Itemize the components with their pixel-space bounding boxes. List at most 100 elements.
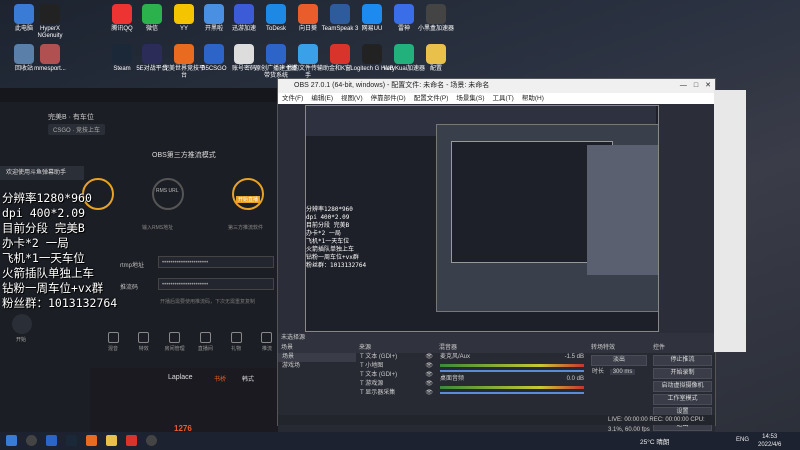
scene-item[interactable]: 场景 [278, 353, 356, 362]
visibility-icon[interactable]: 👁 [425, 389, 433, 398]
clock-time: 14:53 [762, 434, 778, 440]
tool-button-4[interactable]: 礼物 [223, 332, 249, 354]
obs-status-bar: LIVE: 00:00:00 REC: 00:00:00 CPU: 3.1%, … [278, 415, 715, 433]
tool-label: 混音 [107, 346, 118, 352]
desktop-icon-label: 配置 [429, 66, 442, 72]
overlay-line: 粉丝群：1013132764 [2, 296, 118, 310]
desk2-icon-12[interactable]: 配置 [414, 44, 458, 73]
menu-item[interactable]: 停靠部件(D) [371, 95, 406, 102]
kaiheila-icon [204, 4, 224, 24]
mixer-channel: 桌面音频 0.0 dB [436, 375, 588, 394]
tool-button-1[interactable]: 特效 [131, 332, 157, 354]
clock[interactable]: 14:53 2022/4/6 [758, 433, 781, 449]
menu-item[interactable]: 场景集(S) [456, 95, 484, 102]
search-icon[interactable] [26, 435, 37, 446]
category-badge[interactable]: CSGO · 竞技上车 [48, 124, 106, 135]
stream-key-field[interactable]: •••••••••••••••••••••• [158, 278, 274, 290]
window-icon [330, 44, 350, 64]
start-menu-icon[interactable] [6, 435, 17, 446]
teamspeak-icon [330, 4, 350, 24]
stat-label-2: 韩式 [242, 377, 255, 383]
tool-button-0[interactable]: 混音 [100, 332, 126, 354]
obs-title-bar: OBS 27.0.1 (64-bit, windows) - 配置文件: 未命名… [278, 79, 715, 93]
steam-icon [112, 44, 132, 64]
control-button[interactable]: 工作室模式 [653, 394, 712, 405]
start-icon[interactable] [12, 314, 32, 334]
preview-overlay-line: 办卡*2 一局 [306, 230, 341, 237]
desk1-icon-1[interactable]: HyperX NGenuity [28, 4, 72, 40]
obs-menu-bar: 文件(F) 编辑(E) 视图(V) 停靠部件(D) 配置文件(P) 场景集(S) 工具(T)… [278, 93, 715, 104]
edge-icon[interactable] [46, 435, 57, 446]
overlay-line: dpi 400*2.09 [2, 206, 86, 220]
control-button[interactable]: 停止推流 [653, 355, 712, 366]
verykuai-icon [394, 44, 414, 64]
csgo-taskbar-icon[interactable] [126, 435, 137, 446]
source-item[interactable]: T 小地图 👁 [356, 362, 436, 371]
overlay-line: 目前分段 完美B [2, 221, 85, 235]
source-item[interactable]: T 游戏源 👁 [356, 380, 436, 389]
desk1-icon-12[interactable]: 小黑盒加速器 [414, 4, 458, 33]
source-item[interactable]: T 文本 (GDI+) 👁 [356, 353, 436, 362]
obs-preview[interactable]: 分辨率1280*960 dpi 400*2.09 目前分段 完美B 办卡*2 一局 飞机… [305, 105, 659, 332]
perfect-world-taskbar-icon[interactable] [86, 435, 97, 446]
menu-item[interactable]: 帮助(H) [522, 95, 544, 102]
visibility-icon[interactable]: 👁 [425, 362, 433, 371]
window-controls[interactable]: — □ ✕ [680, 79, 711, 93]
menu-item[interactable]: 文件(F) [282, 95, 303, 102]
start-live-step-button[interactable]: 开始直播 [236, 196, 261, 203]
source-item[interactable]: T 文本 (GDI+) 👁 [356, 371, 436, 380]
rtmp-label: rtmp地址 [120, 263, 145, 269]
desktop-icon-label: 小黑盒加速器 [417, 26, 454, 32]
volume-slider[interactable] [440, 392, 584, 394]
visibility-icon[interactable]: 👁 [425, 380, 433, 389]
mixer-channel: 麦克风/Aux -1.5 dB [436, 353, 588, 372]
rtmp-address-field[interactable]: •••••••••••••••••••••• [158, 256, 274, 268]
transition-select[interactable]: 淡出 [591, 355, 647, 366]
uu-icon [362, 4, 382, 24]
duration-field[interactable]: 300 ms [609, 369, 636, 375]
clock-date: 2022/4/6 [758, 442, 782, 448]
tool-icon [107, 332, 119, 343]
control-button[interactable]: 启动虚拟摄像机 [653, 381, 712, 392]
language-indicator[interactable]: ENG [736, 437, 749, 443]
obs-taskbar-icon[interactable] [146, 435, 157, 446]
bottom-toolbar: 混音 特效 房间管理 直播间 礼物 推流 [100, 332, 280, 354]
source-label: 文本 (GDI+) [365, 372, 398, 378]
b5-icon [204, 44, 224, 64]
background-window-edge[interactable] [714, 90, 746, 352]
tool-button-2[interactable]: 房间管理 [162, 332, 188, 354]
tool-label: 礼物 [231, 346, 242, 352]
tool-icon [138, 332, 150, 343]
menu-item[interactable]: 视图(V) [341, 95, 363, 102]
channel-db: -1.5 dB [564, 354, 584, 360]
stream-key-hint: 开播后需要使用推流码，下次无需重复复制 [160, 299, 256, 305]
tool-icon [261, 332, 273, 343]
taskbar: 25°C 晴朗 ENG 14:53 2022/4/6 [0, 432, 800, 450]
menu-item[interactable]: 编辑(E) [311, 95, 333, 102]
player-name: Laplace [168, 374, 193, 381]
step-2-title: RMS URL [156, 188, 179, 194]
hyperx-icon [40, 4, 60, 24]
broadcast-icon [266, 44, 286, 64]
explorer-icon[interactable] [106, 435, 117, 446]
visibility-icon[interactable]: 👁 [425, 353, 433, 362]
tool-button-3[interactable]: 直播间 [192, 332, 218, 354]
app-title-bar [0, 88, 290, 102]
tool-icon [169, 332, 181, 343]
visibility-icon[interactable]: 👁 [425, 371, 433, 380]
room-breadcrumb: 完美B · 有车位 [48, 114, 94, 121]
control-button[interactable]: 开始录制 [653, 368, 712, 379]
weather[interactable]: 25°C 晴朗 [640, 436, 669, 446]
overlay-line: 分辨率1280*960 [2, 191, 92, 205]
volume-slider[interactable] [440, 370, 584, 372]
channel-name: 麦克风/Aux [440, 354, 471, 360]
desk2-icon-1[interactable]: mmesport... [28, 44, 72, 73]
menu-item[interactable]: 配置文件(P) [414, 95, 449, 102]
steam-taskbar-icon[interactable] [66, 435, 77, 446]
source-item[interactable]: T 显示器采集 👁 [356, 389, 436, 398]
step-2-circle [152, 178, 184, 210]
menu-item[interactable]: 工具(T) [493, 95, 514, 102]
controls-header: 控件 [650, 343, 715, 353]
start-label: 开始 [16, 337, 27, 343]
scene-item[interactable]: 游戏场 [278, 362, 356, 371]
